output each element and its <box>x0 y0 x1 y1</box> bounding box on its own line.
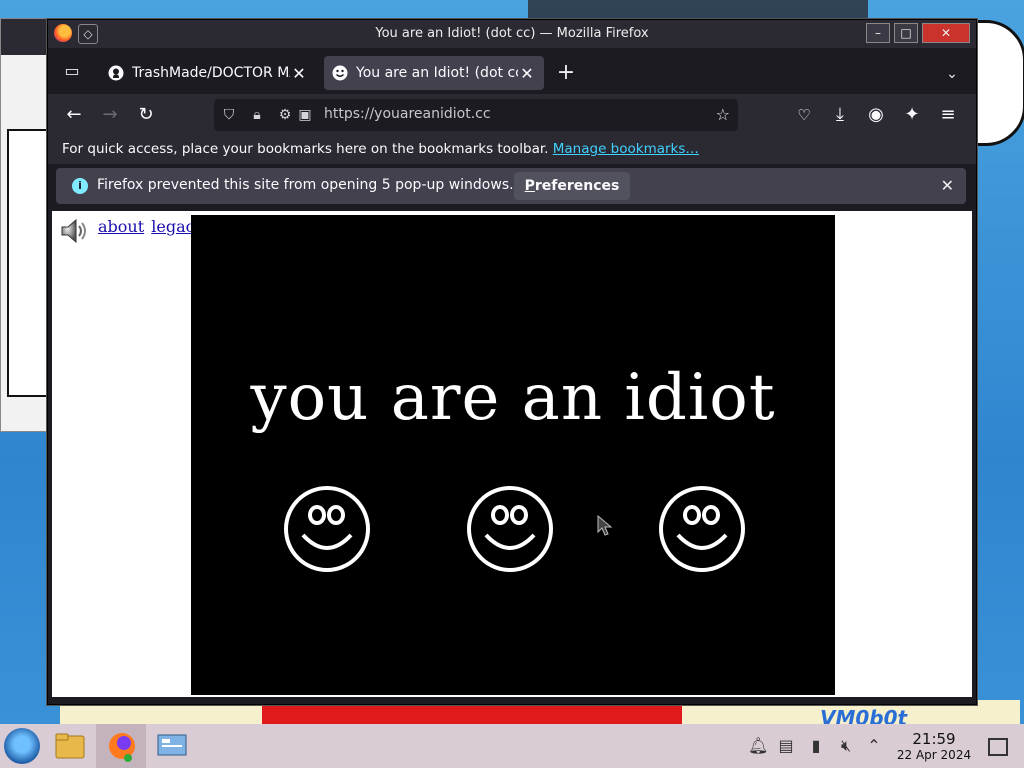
url-text[interactable]: https://youareanidiot.cc <box>324 106 491 122</box>
smiley-icon <box>332 65 348 81</box>
new-tab-button[interactable]: + <box>554 62 578 86</box>
github-icon <box>108 65 124 81</box>
bookmark-star-icon[interactable]: ☆ <box>716 105 730 124</box>
smiley-face-icon <box>284 486 370 572</box>
lock-icon[interactable]: 🔒︎ <box>248 105 266 125</box>
notifications-bell-icon[interactable]: 🔔︎ <box>748 736 768 756</box>
list-all-tabs-chevron-icon[interactable]: ⌄ <box>940 62 964 86</box>
show-desktop-button[interactable] <box>988 738 1008 756</box>
volume-muted-icon[interactable]: 🔇︎ <box>836 736 856 756</box>
popup-blocked-message: Firefox prevented this site from opening… <box>97 177 514 193</box>
tray-expand-chevron-icon[interactable]: ⌃ <box>864 736 884 756</box>
menu-hamburger-icon[interactable]: ≡ <box>934 102 962 128</box>
file-manager-icon[interactable] <box>48 726 92 766</box>
clock-time[interactable]: 21:59 <box>894 730 974 748</box>
taskbar: 🔔︎ ▤ ▮ 🔇︎ ⌃ 21:59 22 Apr 2024 <box>0 724 1024 768</box>
info-icon: i <box>72 178 88 194</box>
about-link[interactable]: about <box>98 217 144 236</box>
window-titlebar[interactable]: ◇ You are an Idiot! (dot cc) — Mozilla F… <box>48 20 976 48</box>
extensions-icon[interactable]: ✦ <box>898 102 926 128</box>
desktop-wallpaper-red <box>262 702 682 724</box>
system-monitor-icon[interactable] <box>150 726 194 766</box>
close-window-button[interactable]: ✕ <box>922 23 970 43</box>
preferences-button[interactable]: Preferences <box>514 172 630 200</box>
smiley-face-icon <box>659 486 745 572</box>
tab-label: You are an Idiot! (dot cc) <box>356 65 518 81</box>
popup-blocked-icon[interactable]: ▣ <box>296 105 314 125</box>
preferences-accesskey: P <box>524 178 535 194</box>
minimize-button[interactable]: – <box>866 23 890 43</box>
clock-date[interactable]: 22 Apr 2024 <box>884 748 984 762</box>
account-icon[interactable]: ◉ <box>862 102 890 128</box>
permissions-icon[interactable]: ⚙ <box>276 105 294 125</box>
smiley-face-icon <box>467 486 553 572</box>
tab-you-are-an-idiot[interactable]: You are an Idiot! (dot cc) ✕ <box>324 56 544 90</box>
firefox-view-icon[interactable]: ▭ <box>58 58 86 84</box>
url-bar[interactable]: ⛉ 🔒︎ ⚙ ▣ https://youareanidiot.cc ☆ <box>214 99 738 131</box>
reload-icon[interactable]: ↻ <box>132 102 160 128</box>
mouse-cursor-icon <box>597 515 613 536</box>
start-menu-button[interactable] <box>4 728 40 764</box>
battery-icon[interactable]: ▮ <box>806 736 826 756</box>
page-headline: you are an idiot <box>250 361 776 435</box>
tracking-shield-icon[interactable]: ⛉ <box>220 105 238 125</box>
pocket-icon[interactable]: ♡ <box>790 102 818 128</box>
bookmarks-toolbar: For quick access, place your bookmarks h… <box>48 136 976 164</box>
forward-arrow-icon[interactable]: → <box>96 102 124 128</box>
close-notification-icon[interactable]: ✕ <box>941 176 954 195</box>
window-title: You are an Idiot! (dot cc) — Mozilla Fir… <box>375 26 649 41</box>
navigation-toolbar: ← → ↻ ⛉ 🔒︎ ⚙ ▣ https://youareanidiot.cc … <box>48 94 976 136</box>
preferences-label: references <box>534 178 620 194</box>
speaker-icon[interactable] <box>58 215 92 247</box>
manage-bookmarks-link[interactable]: Manage bookmarks… <box>553 141 699 157</box>
downloads-icon[interactable]: ⤓ <box>826 102 854 128</box>
close-tab-icon[interactable]: ✕ <box>290 64 308 83</box>
maximize-button[interactable]: □ <box>894 23 918 43</box>
clipboard-icon[interactable]: ▤ <box>776 736 796 756</box>
tab-github[interactable]: TrashMade/DOCTOR MAC ✕ <box>100 56 316 90</box>
idiot-animation-stage[interactable]: you are an idiot <box>191 215 835 695</box>
tab-strip: ▭ TrashMade/DOCTOR MAC ✕ You are an Idio… <box>48 48 976 94</box>
firefox-taskbar-icon[interactable] <box>100 726 144 766</box>
firefox-window: ◇ You are an Idiot! (dot cc) — Mozilla F… <box>47 19 977 705</box>
close-tab-icon[interactable]: ✕ <box>518 64 536 83</box>
popup-blocked-notification: i Firefox prevented this site from openi… <box>56 168 966 204</box>
back-arrow-icon[interactable]: ← <box>60 102 88 128</box>
bookmarks-hint-text: For quick access, place your bookmarks h… <box>62 141 549 157</box>
tab-label: TrashMade/DOCTOR MAC <box>132 65 290 81</box>
page-content: about legacy safe you are an idiot <box>52 211 972 697</box>
bookmarks-toolbar-message: For quick access, place your bookmarks h… <box>62 141 699 157</box>
